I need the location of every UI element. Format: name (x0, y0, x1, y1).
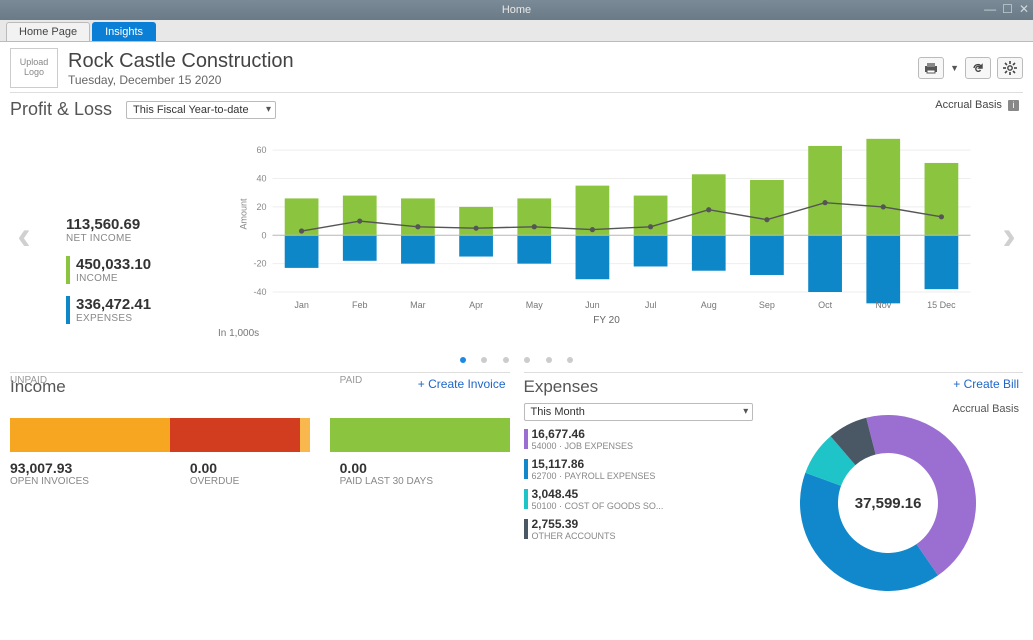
expense-item-value: 15,117.86 (532, 457, 754, 471)
dot-5[interactable] (546, 357, 552, 363)
profit-loss-chart: -40 -20 0 20 40 60 Amount Jan Feb Mar Apr May Jun Jul… (218, 126, 995, 316)
expenses-title: Expenses (524, 377, 1024, 397)
expenses-total: 37,599.16 (855, 495, 922, 512)
svg-text:20: 20 (256, 202, 266, 212)
current-date: Tuesday, December 15 2020 (68, 73, 294, 87)
dot-1[interactable] (460, 357, 466, 363)
overdue-value: 0.00 (190, 460, 320, 476)
overdue-bar[interactable] (170, 418, 300, 452)
print-button[interactable] (918, 57, 944, 79)
window-maximize-icon[interactable]: ☐ (1002, 2, 1013, 16)
svg-text:Apr: Apr (469, 300, 483, 310)
svg-text:0: 0 (261, 230, 266, 240)
period-dropdown[interactable]: This Fiscal Year-to-date (126, 101, 276, 119)
unpaid-label: UNPAID (10, 375, 190, 386)
expenses-period-dropdown[interactable]: This Month (524, 403, 754, 421)
window-titlebar: Home — ☐ ✕ (0, 0, 1033, 20)
gear-icon (1003, 61, 1017, 75)
chart-prev-button[interactable]: ‹ (10, 126, 38, 346)
svg-text:-40: -40 (253, 287, 266, 297)
svg-text:-20: -20 (253, 259, 266, 269)
accrual-basis-label[interactable]: Accrual Basis i (935, 99, 1019, 111)
expense-item-desc: 62700 · PAYROLL EXPENSES (532, 471, 754, 481)
expense-item-3[interactable]: 2,755.39OTHER ACCOUNTS (524, 517, 754, 541)
expense-item-2[interactable]: 3,048.4550100 · COST OF GOODS SO... (524, 487, 754, 511)
invoices-bar-tail (300, 418, 310, 452)
printer-icon (924, 62, 938, 74)
chart-next-button[interactable]: › (995, 126, 1023, 346)
dot-6[interactable] (567, 357, 573, 363)
tab-insights[interactable]: Insights (92, 22, 156, 41)
expense-item-desc: 50100 · COST OF GOODS SO... (532, 501, 754, 511)
expenses-metric: 336,472.41 EXPENSES (66, 296, 218, 324)
dot-3[interactable] (503, 357, 509, 363)
svg-text:Nov: Nov (875, 300, 892, 310)
expense-item-desc: OTHER ACCOUNTS (532, 531, 754, 541)
svg-text:Jun: Jun (585, 300, 600, 310)
upload-logo-button[interactable]: Upload Logo (10, 48, 58, 88)
open-invoices-value: 93,007.93 (10, 460, 190, 476)
expense-item-value: 2,755.39 (532, 517, 754, 531)
refresh-button[interactable] (965, 57, 991, 79)
window-title: Home (502, 4, 531, 16)
svg-text:40: 40 (256, 174, 266, 184)
expense-item-desc: 54000 · JOB EXPENSES (532, 441, 754, 451)
tab-bar: Home Page Insights (0, 20, 1033, 42)
open-invoices-bar[interactable] (10, 418, 170, 452)
open-invoices-label: OPEN INVOICES (10, 476, 190, 487)
info-icon[interactable]: i (1008, 100, 1019, 111)
chart-pagination-dots[interactable] (10, 352, 1023, 366)
expenses-panel: Expenses + Create Bill Accrual Basis Thi… (524, 372, 1024, 603)
profit-loss-title: Profit & Loss (10, 99, 112, 120)
paid-bar[interactable] (330, 418, 510, 452)
income-metric: 450,033.10 INCOME (66, 256, 218, 284)
dot-2[interactable] (481, 357, 487, 363)
svg-text:Oct: Oct (818, 300, 833, 310)
expense-item-value: 3,048.45 (532, 487, 754, 501)
expense-item-value: 16,677.46 (532, 427, 754, 441)
overdue-label: OVERDUE (190, 476, 320, 487)
window-minimize-icon[interactable]: — (984, 2, 996, 16)
chart-units-footnote: In 1,000s (218, 328, 995, 339)
svg-text:Aug: Aug (701, 300, 717, 310)
tab-home-page[interactable]: Home Page (6, 22, 90, 41)
paid-last30-label: PAID LAST 30 DAYS (340, 476, 510, 487)
company-name: Rock Castle Construction (68, 50, 294, 73)
svg-text:15 Dec: 15 Dec (927, 300, 956, 310)
chart-x-axis-label: FY 20 (218, 315, 995, 326)
paid-label: PAID (340, 375, 510, 386)
refresh-icon (971, 61, 985, 75)
create-bill-link[interactable]: + Create Bill (953, 377, 1019, 391)
expense-item-0[interactable]: 16,677.4654000 · JOB EXPENSES (524, 427, 754, 451)
svg-text:60: 60 (256, 145, 266, 155)
expense-item-1[interactable]: 15,117.8662700 · PAYROLL EXPENSES (524, 457, 754, 481)
paid-value: 0.00 (340, 460, 510, 476)
svg-text:Sep: Sep (759, 300, 775, 310)
window-close-icon[interactable]: ✕ (1019, 2, 1029, 16)
svg-text:Jan: Jan (294, 300, 309, 310)
dot-4[interactable] (524, 357, 530, 363)
print-dropdown-icon[interactable]: ▼ (950, 63, 959, 73)
svg-text:May: May (526, 300, 544, 310)
svg-text:Feb: Feb (352, 300, 368, 310)
svg-text:Mar: Mar (410, 300, 426, 310)
svg-text:Amount: Amount (239, 198, 249, 230)
svg-text:Jul: Jul (645, 300, 657, 310)
net-income-metric: 113,560.69 NET INCOME (66, 216, 218, 244)
income-panel: Income + Create Invoice UNPAID PAID 93,0… (10, 372, 510, 603)
settings-button[interactable] (997, 57, 1023, 79)
